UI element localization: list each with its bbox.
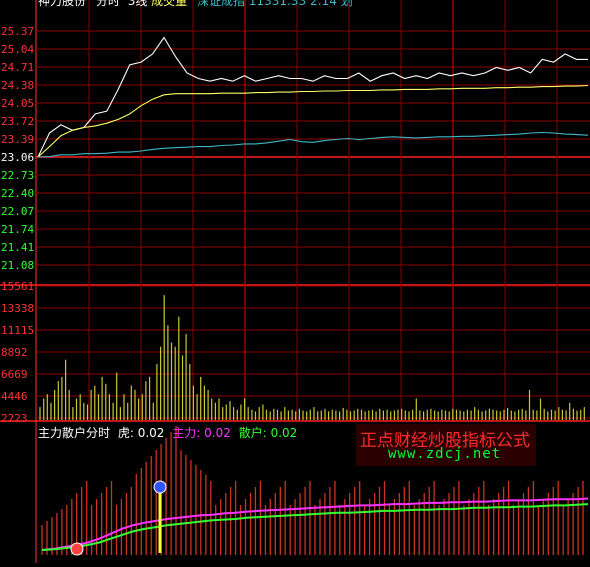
main-value: 0.02 bbox=[204, 426, 231, 440]
index-name: 深证成指 bbox=[197, 0, 246, 8]
watermark-url[interactable]: www.zdcj.net bbox=[388, 446, 501, 462]
volume-tick-label: 6669 bbox=[1, 368, 28, 381]
tiger-value: 0.02 bbox=[137, 426, 165, 440]
price-tick-label: 22.40 bbox=[1, 187, 34, 200]
price-tick-label: 22.07 bbox=[1, 205, 34, 218]
price-tick-label: 25.04 bbox=[1, 43, 34, 56]
intraday-chart[interactable]: 25.37 25.04 24.71 24.38 24.05 23.72 23.39 23.06… bbox=[0, 0, 590, 563]
mode-label[interactable]: 3线 bbox=[128, 0, 148, 8]
indicator-name[interactable]: 主力散户分时 bbox=[38, 426, 110, 440]
chart-header: 神力股份 分时 3线 成交量 深证成指 11331.33 2:14 划 bbox=[38, 0, 353, 8]
chart-canvas[interactable]: 25.37 25.04 24.71 24.38 24.05 23.72 23.39 23.06… bbox=[0, 0, 590, 563]
volume-tick-label: 13338 bbox=[1, 302, 34, 315]
signal-marker-icon bbox=[153, 480, 167, 494]
start-marker-icon bbox=[70, 542, 84, 556]
price-tick-label: 21.74 bbox=[1, 223, 34, 236]
volume-tick-label: 15561 bbox=[1, 280, 34, 293]
price-tick-label: 21.08 bbox=[1, 259, 34, 272]
time-label: 2:14 bbox=[309, 0, 337, 8]
price-tick-label: 24.05 bbox=[1, 97, 34, 110]
price-tick-label: 22.73 bbox=[1, 169, 34, 182]
price-tick-label: 21.41 bbox=[1, 241, 34, 254]
retail-value: 0.02 bbox=[270, 426, 298, 440]
price-tick-label: 24.38 bbox=[1, 79, 34, 92]
volume-label: 成交量 bbox=[151, 0, 188, 8]
price-tick-label: 23.06 bbox=[1, 151, 34, 164]
stock-name: 神力股份 bbox=[38, 0, 87, 8]
indicator-legend: 主力散户分时 虎: 0.02 主力: 0.02 散户: 0.02 bbox=[38, 424, 297, 441]
index-value: 11331.33 bbox=[248, 0, 307, 8]
price-tick-label: 23.72 bbox=[1, 115, 34, 128]
volume-tick-label: 4446 bbox=[1, 390, 28, 403]
volume-tick-label: 8892 bbox=[1, 346, 28, 359]
view-label[interactable]: 分时 bbox=[96, 0, 120, 8]
price-tick-label: 23.39 bbox=[1, 133, 34, 146]
tiger-label: 虎: bbox=[117, 426, 134, 440]
retail-label: 散户: bbox=[238, 426, 267, 440]
main-label: 主力: bbox=[172, 426, 201, 440]
volume-tick-label: 2223 bbox=[1, 412, 28, 425]
time-suffix: 划 bbox=[340, 0, 353, 8]
price-tick-label: 24.71 bbox=[1, 61, 34, 74]
volume-tick-label: 11115 bbox=[1, 324, 34, 337]
price-tick-label: 25.37 bbox=[1, 25, 34, 38]
